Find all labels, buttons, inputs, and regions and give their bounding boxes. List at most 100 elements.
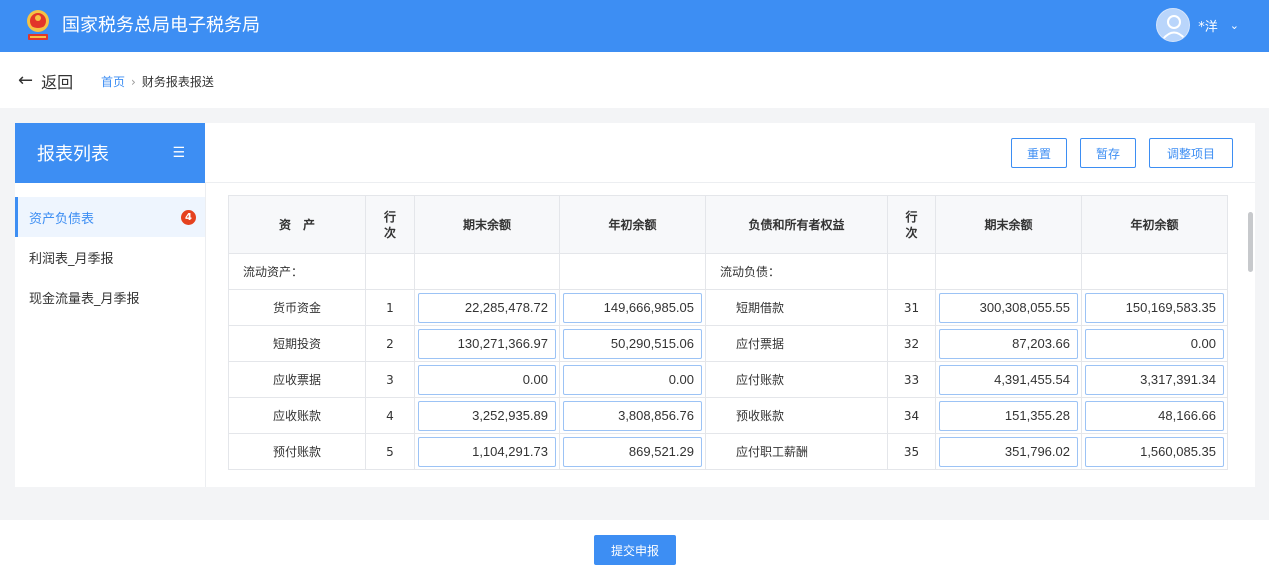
beginning-balance-input[interactable]: 3,808,856.76: [563, 400, 702, 431]
row-number: 5: [365, 433, 415, 470]
liability-label: 短期借款: [705, 289, 888, 326]
beginning-balance-input[interactable]: 1,560,085.35: [1085, 436, 1224, 467]
avatar-icon[interactable]: [1156, 8, 1191, 42]
sidebar-item-income-statement[interactable]: 利润表_月季报: [15, 237, 205, 277]
breadcrumb-home-link[interactable]: 首页: [101, 73, 125, 90]
empty-cell: [935, 253, 1082, 290]
back-button[interactable]: ← 返回: [18, 69, 73, 93]
submit-declaration-button[interactable]: 提交申报: [594, 535, 676, 565]
row-number: 32: [887, 325, 936, 362]
liability-label: 预收账款: [705, 397, 888, 434]
ending-balance-input[interactable]: 22,285,478.72: [418, 292, 556, 323]
row-number: 31: [887, 289, 936, 326]
empty-cell: [365, 253, 415, 290]
arrow-left-icon[interactable]: ←: [18, 71, 33, 91]
table-cell: 3,808,856.76: [559, 397, 706, 434]
liability-label: 应付票据: [705, 325, 888, 362]
beginning-balance-input[interactable]: 869,521.29: [563, 436, 702, 467]
table-cell: 50,290,515.06: [559, 325, 706, 362]
sidebar-item-label[interactable]: 利润表_月季报: [29, 248, 114, 267]
ending-balance-input[interactable]: 151,355.28: [939, 400, 1078, 431]
header-row-no: 行 次: [365, 195, 415, 254]
user-menu[interactable]: *洋 ⌄: [1156, 8, 1239, 42]
row-number: 1: [365, 289, 415, 326]
user-name[interactable]: *洋: [1198, 16, 1218, 35]
beginning-balance-input[interactable]: 50,290,515.06: [563, 328, 702, 359]
breadcrumb-bar: ← 返回 首页 › 财务报表报送: [0, 52, 1269, 108]
table-row: 货币资金 1 22,285,478.72 149,666,985.05 短期借款 31 30…: [228, 289, 1228, 326]
sidebar-list: 资产负债表 4 利润表_月季报 现金流量表_月季报: [15, 197, 205, 317]
row-number: 4: [365, 397, 415, 434]
beginning-balance-input[interactable]: 0.00: [1085, 328, 1224, 359]
header-beginning-balance: 年初余额: [559, 195, 706, 254]
table-cell: 3,252,935.89: [414, 397, 560, 434]
section-label-current-assets: 流动资产：: [228, 253, 366, 290]
header-beginning-balance: 年初余额: [1081, 195, 1228, 254]
table-cell: 130,271,366.97: [414, 325, 560, 362]
beginning-balance-input[interactable]: 150,169,583.35: [1085, 292, 1224, 323]
empty-cell: [1081, 253, 1228, 290]
section-label-current-liabilities: 流动负债：: [705, 253, 888, 290]
asset-label: 应收账款: [228, 397, 366, 434]
ending-balance-input[interactable]: 3,252,935.89: [418, 400, 556, 431]
header-row-no: 行 次: [887, 195, 936, 254]
table-cell: 3,317,391.34: [1081, 361, 1228, 398]
table-cell: 351,796.02: [935, 433, 1082, 470]
table-row: 应收票据 3 0.00 0.00 应付账款 33 4,391,455.54 3,317,391…: [228, 361, 1228, 398]
count-badge: 4: [181, 210, 196, 225]
ending-balance-input[interactable]: 300,308,055.55: [939, 292, 1078, 323]
adjust-items-button[interactable]: 调整项目: [1149, 138, 1233, 168]
table-cell: 150,169,583.35: [1081, 289, 1228, 326]
menu-collapse-icon[interactable]: ☰: [172, 145, 185, 161]
header-ending-balance: 期末余额: [414, 195, 560, 254]
table-cell: 149,666,985.05: [559, 289, 706, 326]
reset-button[interactable]: 重置: [1011, 138, 1067, 168]
row-number: 33: [887, 361, 936, 398]
ending-balance-input[interactable]: 351,796.02: [939, 436, 1078, 467]
sidebar-title: 报表列表: [37, 144, 109, 165]
balance-sheet-table-container[interactable]: 资 产 行 次 期末余额 年初余额 负债和所有者权益 行 次 期末余额 年初余额…: [228, 195, 1241, 487]
beginning-balance-input[interactable]: 48,166.66: [1085, 400, 1224, 431]
vertical-scrollbar[interactable]: [1248, 212, 1253, 272]
empty-cell: [414, 253, 560, 290]
sidebar-item-label[interactable]: 资产负债表: [29, 208, 94, 227]
top-header: 国家税务总局电子税务局 *洋 ⌄: [0, 0, 1269, 52]
app-title: 国家税务总局电子税务局: [62, 15, 260, 36]
asset-label: 货币资金: [228, 289, 366, 326]
breadcrumb: 首页 › 财务报表报送: [101, 73, 214, 90]
header-liabilities-equity: 负债和所有者权益: [705, 195, 888, 254]
ending-balance-input[interactable]: 1,104,291.73: [418, 436, 556, 467]
ending-balance-input[interactable]: 130,271,366.97: [418, 328, 556, 359]
sidebar-item-balance-sheet[interactable]: 资产负债表 4: [15, 197, 205, 237]
table-cell: 48,166.66: [1081, 397, 1228, 434]
asset-label: 预付账款: [228, 433, 366, 470]
asset-label: 应收票据: [228, 361, 366, 398]
table-cell: 151,355.28: [935, 397, 1082, 434]
ending-balance-input[interactable]: 87,203.66: [939, 328, 1078, 359]
beginning-balance-input[interactable]: 3,317,391.34: [1085, 364, 1224, 395]
tax-emblem-logo-icon: [22, 8, 54, 44]
ending-balance-input[interactable]: 0.00: [418, 364, 556, 395]
breadcrumb-separator: ›: [131, 74, 136, 89]
table-row: 短期投资 2 130,271,366.97 50,290,515.06 应付票据 32 87…: [228, 325, 1228, 362]
save-draft-button[interactable]: 暂存: [1080, 138, 1136, 168]
table-cell: 0.00: [559, 361, 706, 398]
table-section-row: 流动资产： 流动负债：: [228, 253, 1228, 290]
sidebar-item-label[interactable]: 现金流量表_月季报: [29, 288, 140, 307]
table-cell: 0.00: [414, 361, 560, 398]
breadcrumb-current: 财务报表报送: [141, 75, 214, 89]
chevron-down-icon[interactable]: ⌄: [1230, 19, 1239, 32]
table-cell: 0.00: [1081, 325, 1228, 362]
ending-balance-input[interactable]: 4,391,455.54: [939, 364, 1078, 395]
row-number: 2: [365, 325, 415, 362]
table-cell: 4,391,455.54: [935, 361, 1082, 398]
table-row: 预付账款 5 1,104,291.73 869,521.29 应付职工薪酬 35 351,7…: [228, 433, 1228, 470]
beginning-balance-input[interactable]: 0.00: [563, 364, 702, 395]
back-label[interactable]: 返回: [41, 69, 73, 93]
row-number: 34: [887, 397, 936, 434]
sidebar-item-cash-flow[interactable]: 现金流量表_月季报: [15, 277, 205, 317]
liability-label: 应付账款: [705, 361, 888, 398]
beginning-balance-input[interactable]: 149,666,985.05: [563, 292, 702, 323]
asset-label: 短期投资: [228, 325, 366, 362]
table-cell: 22,285,478.72: [414, 289, 560, 326]
